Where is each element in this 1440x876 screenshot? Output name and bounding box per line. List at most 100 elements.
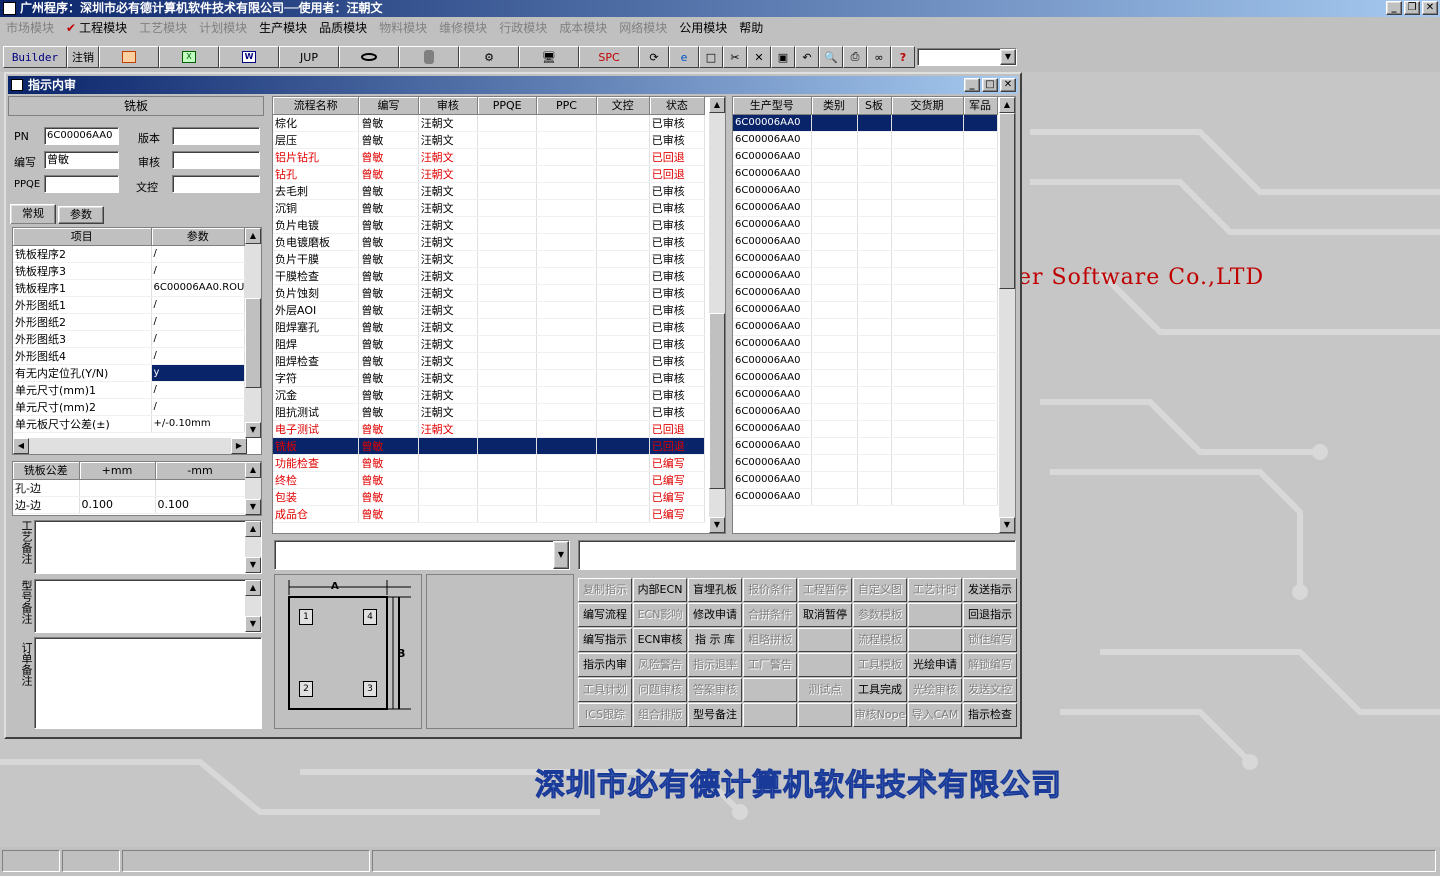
table-cell[interactable]: 沉金 [273,386,360,404]
table-cell[interactable]: / [151,398,246,416]
window-minimize-button[interactable]: _ [964,78,980,92]
table-cell[interactable] [963,352,998,370]
table-cell[interactable] [477,131,538,149]
version-field[interactable] [172,127,260,145]
menu-item-12[interactable]: 帮助 [733,19,769,36]
table-cell[interactable] [536,488,597,506]
column-header[interactable]: +mm [79,462,156,480]
menu-item-2[interactable]: 工艺模块 [133,19,193,36]
menu-item-1[interactable]: ✔ 工程模块 [60,19,133,36]
table-row[interactable]: 字符 曾敏 汪朝文 已审核 [273,369,706,387]
table-cell[interactable]: 已审核 [649,369,706,387]
table-cell[interactable] [963,420,998,438]
table-cell[interactable]: 已编写 [649,471,706,489]
table-cell[interactable]: 汪朝文 [418,233,478,251]
table-cell[interactable]: y [151,364,246,382]
action-button[interactable]: 发送文控 [963,678,1017,702]
table-cell[interactable]: +/-0.10mm [151,415,246,433]
table-cell[interactable]: 沉铜 [273,199,360,217]
table-cell[interactable] [891,369,964,387]
action-button[interactable]: 导入CAM [908,703,962,727]
table-cell[interactable]: 外层AOI [273,301,360,319]
table-cell[interactable] [857,199,892,217]
table-row[interactable]: 边-边 0.100 0.100 [13,496,246,514]
cut-button[interactable]: ✂ [723,46,747,68]
table-cell[interactable]: 已审核 [649,182,706,200]
table-cell[interactable] [891,250,964,268]
word-button[interactable]: W [219,46,279,68]
action-button[interactable] [743,703,797,727]
database-button[interactable] [399,46,459,68]
table-cell[interactable] [418,437,478,455]
table-cell[interactable]: 边-边 [13,496,80,514]
param-vscroll[interactable]: ▲ ▼ [245,228,261,438]
table-cell[interactable] [891,182,964,200]
menu-item-8[interactable]: 行政模块 [493,19,553,36]
table-row[interactable]: 去毛刺 曾敏 汪朝文 已审核 [273,182,706,200]
table-cell[interactable] [963,386,998,404]
table-cell[interactable] [963,199,998,217]
action-button[interactable]: 取消暂停 [798,603,852,627]
table-cell[interactable] [811,199,858,217]
table-cell[interactable]: 字符 [273,369,360,387]
table-cell[interactable]: 6C00006AA0 [733,386,812,404]
action-button[interactable]: 解锁编写 [963,653,1017,677]
table-cell[interactable]: 6C00006AA0 [733,318,812,336]
action-button[interactable]: 指示内审 [578,653,632,677]
table-cell[interactable] [477,471,538,489]
scroll-left-icon[interactable]: ◀ [13,438,29,454]
table-cell[interactable] [477,488,538,506]
table-cell[interactable]: 已审核 [649,403,706,421]
action-button[interactable]: 发送指示 [963,578,1017,602]
table-cell[interactable] [596,182,650,200]
table-cell[interactable] [811,165,858,183]
table-cell[interactable] [477,182,538,200]
table-cell[interactable] [536,420,597,438]
table-cell[interactable] [857,352,892,370]
table-cell[interactable]: 0.100 [155,496,246,514]
table-cell[interactable]: 曾敏 [358,182,419,200]
preview-button[interactable]: 🔍 [819,46,843,68]
tab-param[interactable]: 参数 [58,206,104,224]
table-row[interactable]: 6C00006AA0 [733,335,998,353]
table-row[interactable]: 铣板程序2/ [13,245,246,263]
table-cell[interactable]: 0.100 [79,496,156,514]
table-row[interactable]: 单元尺寸(mm)2/ [13,398,246,416]
table-row[interactable]: 6C00006AA0 [733,403,998,421]
table-cell[interactable] [891,148,964,166]
table-cell[interactable] [596,148,650,166]
action-button[interactable] [743,678,797,702]
table-cell[interactable]: 汪朝文 [418,216,478,234]
table-cell[interactable] [477,335,538,353]
table-row[interactable]: 铣板 曾敏 已回退 [273,437,706,455]
table-cell[interactable] [536,352,597,370]
action-button[interactable]: 报价条件 [743,578,797,602]
action-button[interactable] [798,628,852,652]
jup-button[interactable]: JUP [279,46,339,68]
table-row[interactable]: 孔-边 [13,479,246,497]
action-button[interactable]: 回退指示 [963,603,1017,627]
action-button[interactable]: 指示检查 [963,703,1017,727]
table-row[interactable]: 6C00006AA0 [733,131,998,149]
table-cell[interactable]: 6C00006AA0 [733,403,812,421]
table-cell[interactable] [477,386,538,404]
table-cell[interactable] [536,216,597,234]
table-cell[interactable] [477,318,538,336]
table-cell[interactable] [811,148,858,166]
table-row[interactable]: 6C00006AA0 [733,216,998,234]
table-cell[interactable] [811,352,858,370]
scroll-down-icon[interactable]: ▼ [245,557,261,573]
undo-button[interactable]: ↶ [795,46,819,68]
menu-item-3[interactable]: 计划模块 [193,19,253,36]
menu-item-7[interactable]: 维修模块 [433,19,493,36]
table-cell[interactable]: 负片蚀刻 [273,284,360,302]
tab-normal[interactable]: 常规 [10,204,56,224]
table-cell[interactable]: 单元板尺寸公差(±) [13,415,152,433]
table-cell[interactable]: 曾敏 [358,284,419,302]
table-cell[interactable]: 阻焊检查 [273,352,360,370]
table-cell[interactable] [596,420,650,438]
action-button[interactable]: 锁住编写 [963,628,1017,652]
table-row[interactable]: 功能检查 曾敏 已编写 [273,454,706,472]
table-row[interactable]: 铣板程序1 6C00006AA0.ROU [13,279,246,297]
table-cell[interactable] [811,216,858,234]
